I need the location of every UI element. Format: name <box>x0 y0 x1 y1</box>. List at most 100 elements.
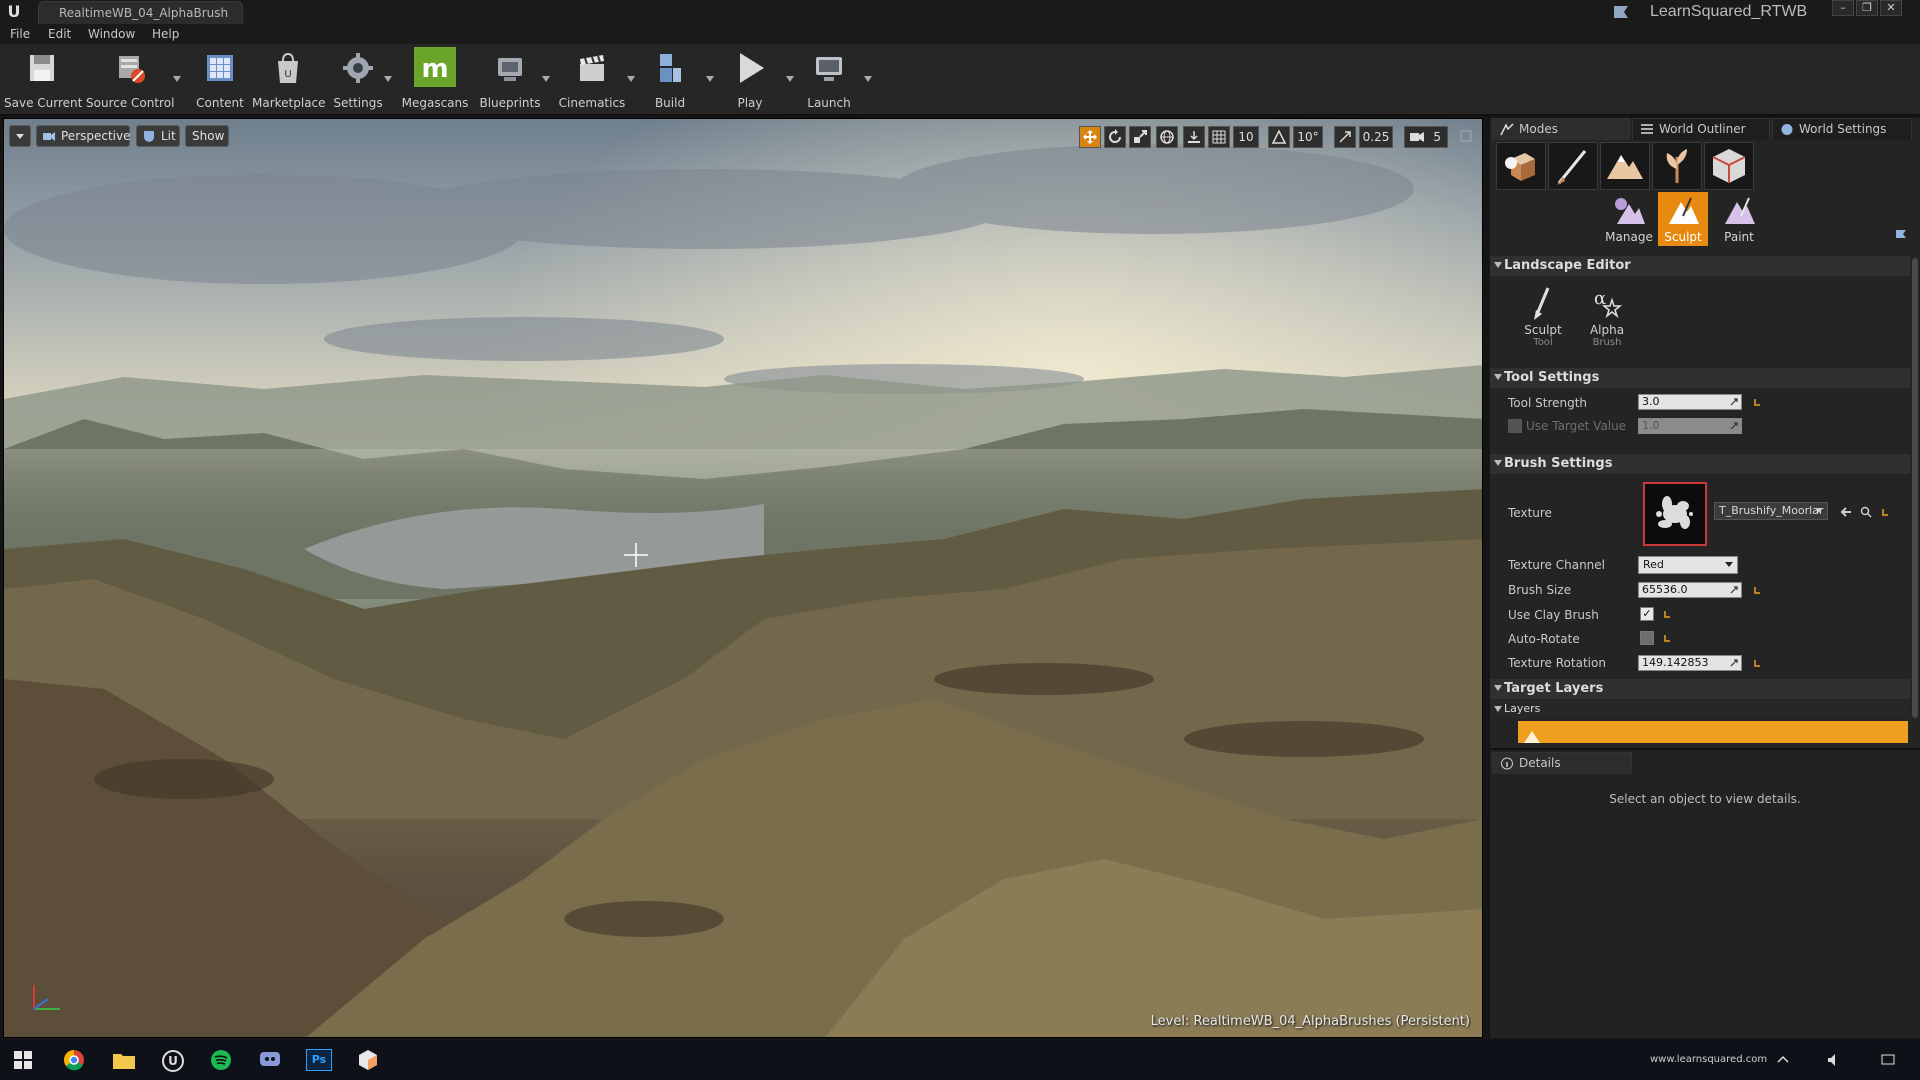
cinematics-dropdown-icon[interactable] <box>627 76 635 82</box>
perspective-button[interactable]: Perspective <box>36 125 131 147</box>
texture-channel-select[interactable]: Red <box>1638 556 1738 574</box>
play-button[interactable]: Play <box>726 50 774 112</box>
build-button[interactable]: Build <box>646 50 694 112</box>
texture-thumbnail[interactable] <box>1643 482 1707 546</box>
reset-to-default-icon[interactable] <box>1880 507 1890 517</box>
tab-details[interactable]: Details <box>1492 752 1632 774</box>
settings-button[interactable]: Settings <box>332 50 384 112</box>
use-target-value-checkbox[interactable] <box>1508 419 1522 433</box>
reset-to-default-icon[interactable] <box>1752 397 1762 407</box>
close-button[interactable]: ✕ <box>1880 0 1902 16</box>
use-target-value-label: Use Target Value <box>1526 419 1627 433</box>
menu-file[interactable]: File <box>10 27 30 41</box>
megascans-button[interactable]: m Megascans <box>400 47 470 112</box>
marketplace-button[interactable]: U Marketplace <box>252 50 326 112</box>
windows-start-icon[interactable] <box>14 1051 32 1069</box>
reset-to-default-icon[interactable] <box>1662 633 1672 643</box>
tool-settings-header[interactable]: Tool Settings <box>1490 368 1910 388</box>
alpha-brush-button[interactable]: α Alpha Brush <box>1582 286 1632 356</box>
geometry-mode-button[interactable] <box>1704 142 1754 190</box>
texture-rotation-field[interactable]: 149.142853 <box>1638 655 1742 671</box>
surface-snap-toggle[interactable] <box>1183 126 1205 148</box>
chrome-icon[interactable] <box>63 1049 85 1071</box>
rotation-snap-value[interactable]: 10° <box>1293 126 1323 148</box>
sculpt-tool-button[interactable]: Sculpt Tool <box>1518 286 1568 356</box>
blueprints-button[interactable]: Blueprints <box>478 50 542 112</box>
document-tab[interactable]: RealtimeWB_04_AlphaBrush <box>38 1 243 24</box>
use-selected-arrow-icon[interactable] <box>1840 506 1852 518</box>
place-mode-button[interactable] <box>1496 142 1546 190</box>
launch-dropdown-icon[interactable] <box>864 76 872 82</box>
level-viewport[interactable]: Perspective Lit Show 10 10° 0.25 5 Level… <box>3 118 1483 1038</box>
save-current-button[interactable]: Save Current <box>4 50 82 112</box>
spin-arrows-icon <box>1730 398 1738 406</box>
menu-window[interactable]: Window <box>88 27 135 41</box>
volume-icon[interactable] <box>1826 1052 1842 1068</box>
paint-mode-button[interactable] <box>1548 142 1598 190</box>
scale-snap-toggle[interactable] <box>1334 126 1356 148</box>
cinematics-button[interactable]: Cinematics <box>556 50 628 112</box>
minimize-button[interactable]: – <box>1832 0 1854 16</box>
foliage-mode-button[interactable] <box>1652 142 1702 190</box>
translate-mode-button[interactable] <box>1079 126 1101 148</box>
maximize-viewport-button[interactable] <box>1457 126 1475 148</box>
target-value-field[interactable]: 1.0 <box>1638 418 1742 434</box>
rotate-mode-button[interactable] <box>1104 126 1126 148</box>
world-local-toggle[interactable] <box>1156 126 1178 148</box>
reset-to-default-icon[interactable] <box>1752 585 1762 595</box>
brush-settings-header[interactable]: Brush Settings <box>1490 454 1910 474</box>
show-flags-button[interactable]: Show <box>185 125 229 147</box>
target-layers-header[interactable]: Target Layers <box>1490 679 1910 699</box>
landscape-editor-header[interactable]: Landscape Editor <box>1490 256 1910 276</box>
modes-scrollbar[interactable] <box>1912 258 1918 718</box>
layer-item-heightmap[interactable] <box>1518 721 1908 743</box>
file-explorer-icon[interactable] <box>112 1050 136 1070</box>
source-control-button[interactable]: Source Control <box>86 50 174 112</box>
viewport-options-button[interactable] <box>9 125 31 147</box>
panel-flag-icon[interactable] <box>1894 228 1908 242</box>
layers-subheader[interactable]: Layers <box>1490 700 1910 718</box>
scale-mode-button[interactable] <box>1129 126 1151 148</box>
rotation-snap-toggle[interactable] <box>1268 126 1290 148</box>
blueprints-dropdown-icon[interactable] <box>542 76 550 82</box>
lit-mode-button[interactable]: Lit <box>136 125 180 147</box>
tab-world-outliner[interactable]: World Outliner <box>1632 118 1770 140</box>
spotify-icon[interactable] <box>210 1049 232 1071</box>
grid-snap-value[interactable]: 10 <box>1233 126 1259 148</box>
source-control-dropdown-icon[interactable] <box>173 76 181 82</box>
grid-snap-toggle[interactable] <box>1208 126 1230 148</box>
notification-icon[interactable] <box>1880 1052 1896 1068</box>
unreal-logo-icon[interactable]: U <box>4 2 24 22</box>
discord-icon[interactable] <box>259 1050 281 1070</box>
auto-rotate-checkbox[interactable] <box>1640 631 1654 645</box>
reset-to-default-icon[interactable] <box>1752 658 1762 668</box>
content-button[interactable]: Content <box>188 50 252 112</box>
tool-strength-field[interactable]: 3.0 <box>1638 394 1742 410</box>
settings-dropdown-icon[interactable] <box>384 76 392 82</box>
tab-modes[interactable]: Modes <box>1492 118 1630 140</box>
texture-asset-combo[interactable]: T_Brushify_Moorlar <box>1714 502 1828 520</box>
scale-snap-value[interactable]: 0.25 <box>1359 126 1393 148</box>
maximize-button[interactable]: ❐ <box>1856 0 1878 16</box>
tab-world-settings[interactable]: World Settings <box>1772 118 1912 140</box>
landscape-mode-button[interactable] <box>1600 142 1650 190</box>
camera-speed-button[interactable]: 5 <box>1404 126 1448 148</box>
paint-layer-mode-button[interactable]: Paint <box>1712 192 1766 246</box>
app-cube-icon[interactable] <box>357 1049 379 1071</box>
content-browser-icon <box>207 55 233 81</box>
photoshop-icon[interactable]: Ps <box>306 1049 332 1071</box>
grid-icon <box>1212 130 1226 144</box>
brush-size-field[interactable]: 65536.0 <box>1638 582 1742 598</box>
play-dropdown-icon[interactable] <box>786 76 794 82</box>
use-clay-brush-checkbox[interactable]: ✓ <box>1640 607 1654 621</box>
reset-to-default-icon[interactable] <box>1662 609 1672 619</box>
launch-button[interactable]: Launch <box>804 50 854 112</box>
manage-mode-button[interactable]: Manage <box>1602 192 1656 246</box>
menu-edit[interactable]: Edit <box>48 27 71 41</box>
tray-chevron-icon[interactable] <box>1776 1053 1790 1067</box>
unreal-taskbar-icon[interactable]: U <box>162 1050 184 1072</box>
sculpt-mode-button[interactable]: Sculpt <box>1658 192 1708 246</box>
build-dropdown-icon[interactable] <box>706 76 714 82</box>
browse-search-icon[interactable] <box>1860 506 1872 518</box>
menu-help[interactable]: Help <box>152 27 179 41</box>
